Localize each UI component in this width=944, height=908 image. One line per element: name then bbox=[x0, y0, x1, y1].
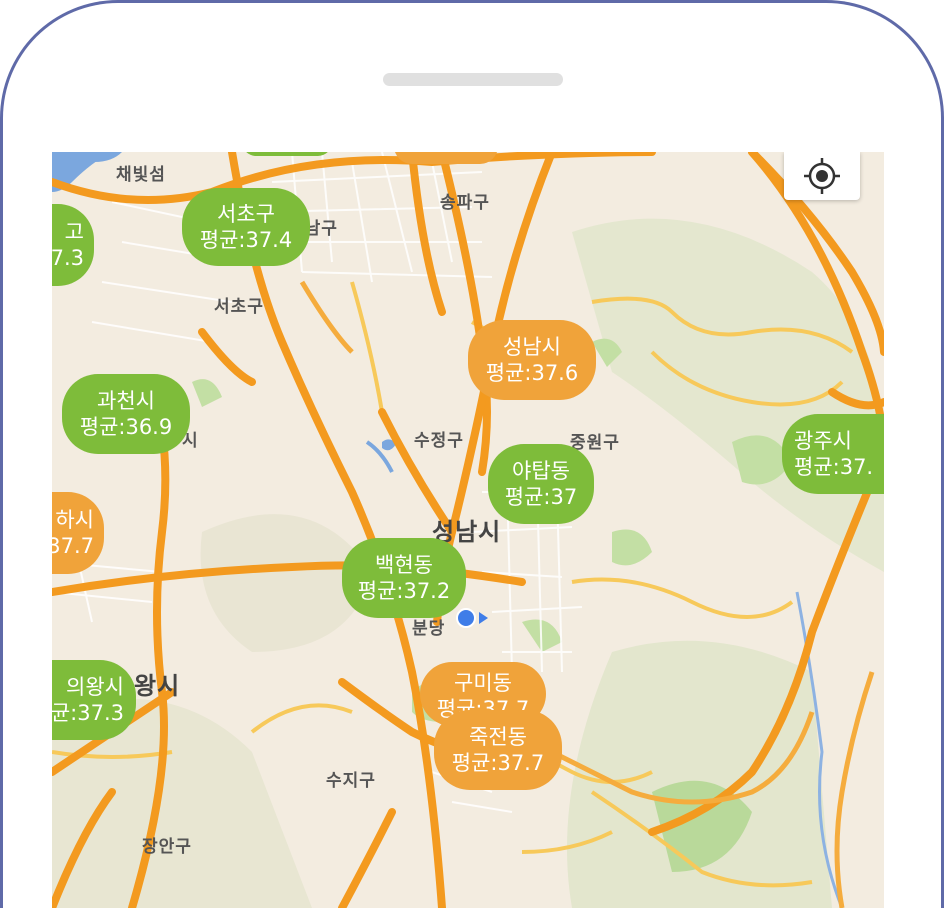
marker-value: 균:37.3 bbox=[52, 701, 124, 725]
marker-value: 37.7 bbox=[52, 534, 94, 558]
marker-name: 광주시 bbox=[794, 429, 852, 453]
place-label-chaebitseom: 채빛섬 bbox=[116, 165, 166, 185]
marker-value: 평균:37.4 bbox=[199, 228, 293, 252]
marker-value: 평균:37. bbox=[794, 455, 874, 479]
marker-name: 하시 bbox=[55, 508, 94, 532]
marker-seochogu[interactable]: 서초구 평균:37.4 bbox=[182, 188, 310, 266]
marker-gwangjusi[interactable]: 광주시 평균:37. bbox=[782, 414, 884, 494]
marker-seongnamsi[interactable]: 성남시 평균:37.6 bbox=[468, 320, 596, 400]
marker-value: 7.3 bbox=[52, 246, 84, 270]
place-label-suji: 수지구 bbox=[326, 771, 376, 791]
place-label-seochogu: 서초구 bbox=[214, 297, 264, 317]
heading-arrow-icon bbox=[479, 612, 488, 624]
marker-name: 구미동 bbox=[454, 671, 512, 695]
locate-me-button[interactable] bbox=[784, 152, 860, 200]
place-label-jangangu: 장안구 bbox=[142, 837, 192, 857]
marker-name: 고 bbox=[64, 220, 84, 244]
marker-value: 평균:37.6 bbox=[485, 361, 579, 385]
marker-name: 의왕시 bbox=[66, 675, 124, 699]
place-label-sujeonggu: 수정구 bbox=[414, 431, 464, 451]
marker-yatapdong[interactable]: 야탑동 평균:37 bbox=[488, 444, 594, 524]
marker-name: 서초구 bbox=[217, 202, 275, 226]
marker-value: 평균:37.2 bbox=[357, 579, 451, 603]
marker-partial-top-green[interactable] bbox=[242, 152, 332, 156]
place-label-uiwangsi: 왕시 bbox=[134, 672, 181, 700]
marker-name: 야탑동 bbox=[512, 459, 570, 483]
marker-gwacheonsi[interactable]: 과천시 평균:36.9 bbox=[62, 374, 190, 454]
marker-value: 평균:37 bbox=[504, 485, 578, 509]
marker-baekhyeondong[interactable]: 백현동 평균:37.2 bbox=[342, 538, 466, 618]
marker-name: 성남시 bbox=[503, 335, 561, 359]
marker-jukjeondong[interactable]: 죽전동 평균:37.7 bbox=[434, 710, 562, 790]
marker-name: 백현동 bbox=[375, 553, 433, 577]
map-view[interactable]: 채빛섬 강남구 송파구 서초구 수정구 중원구 성남시 분당 왕시 수지구 장안… bbox=[52, 152, 884, 908]
current-location-dot bbox=[456, 608, 476, 628]
marker-value: 평균:37.7 bbox=[451, 751, 545, 775]
phone-speaker bbox=[383, 73, 563, 86]
marker-uiwangsi[interactable]: 의왕시 균:37.3 bbox=[52, 660, 136, 740]
place-label-songpagu: 송파구 bbox=[440, 193, 490, 213]
marker-name: 과천시 bbox=[97, 389, 155, 413]
marker-value: 평균:36.9 bbox=[79, 415, 173, 439]
crosshair-icon bbox=[804, 158, 840, 194]
marker-partial-top-orange[interactable] bbox=[394, 152, 498, 164]
marker-name: 죽전동 bbox=[469, 725, 527, 749]
